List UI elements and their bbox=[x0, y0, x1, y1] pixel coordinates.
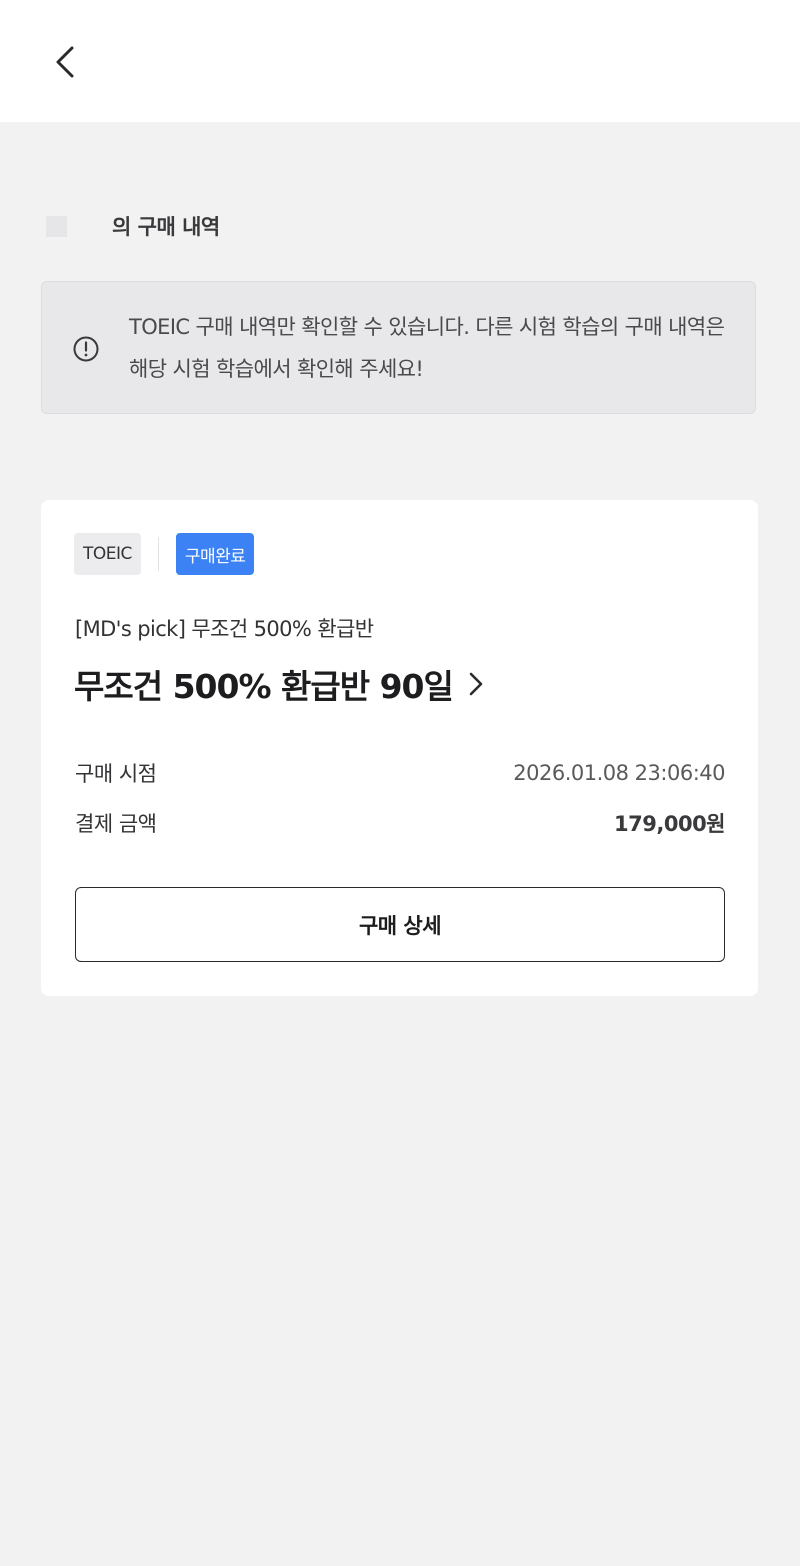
product-title: 무조건 500% 환급반 90일 bbox=[74, 667, 454, 706]
chevron-right-icon bbox=[469, 672, 483, 696]
amount-row: 결제 금액 179,000원 bbox=[75, 808, 725, 838]
exam-tag: TOEIC bbox=[74, 533, 141, 575]
purchase-time-row: 구매 시점 2026.01.08 23:06:40 bbox=[75, 758, 725, 788]
order-tags: TOEIC 구매완료 bbox=[74, 533, 255, 575]
purchase-time-label: 구매 시점 bbox=[75, 762, 157, 786]
chevron-left-icon bbox=[56, 46, 74, 78]
tag-divider bbox=[157, 537, 159, 571]
notice-text: TOEIC 구매 내역만 확인할 수 있습니다. 다른 시험 학습의 구매 내역… bbox=[129, 315, 725, 381]
purchase-time-value: 2026.01.08 23:06:40 bbox=[513, 761, 725, 785]
product-title-link[interactable]: 무조건 500% 환급반 90일 bbox=[74, 660, 487, 708]
status-badge: 구매완료 bbox=[175, 533, 255, 575]
section-thumbnail bbox=[46, 215, 67, 237]
amount-label: 결제 금액 bbox=[75, 812, 157, 836]
product-subtitle: [MD's pick] 무조건 500% 환급반 bbox=[75, 617, 374, 641]
tab-indicator bbox=[26, 118, 114, 122]
notice-box: TOEIC 구매 내역만 확인할 수 있습니다. 다른 시험 학습의 구매 내역… bbox=[41, 281, 756, 414]
alert-circle-icon bbox=[73, 336, 99, 362]
order-card: TOEIC 구매완료 [MD's pick] 무조건 500% 환급반 무조건 … bbox=[41, 500, 758, 996]
top-bar bbox=[0, 0, 800, 122]
amount-value: 179,000원 bbox=[614, 812, 725, 836]
section-title: 의 구매 내역 bbox=[112, 215, 220, 239]
section-header: 의 구매 내역 bbox=[46, 208, 220, 244]
back-button[interactable] bbox=[40, 36, 92, 88]
purchase-detail-button[interactable]: 구매 상세 bbox=[75, 887, 725, 962]
